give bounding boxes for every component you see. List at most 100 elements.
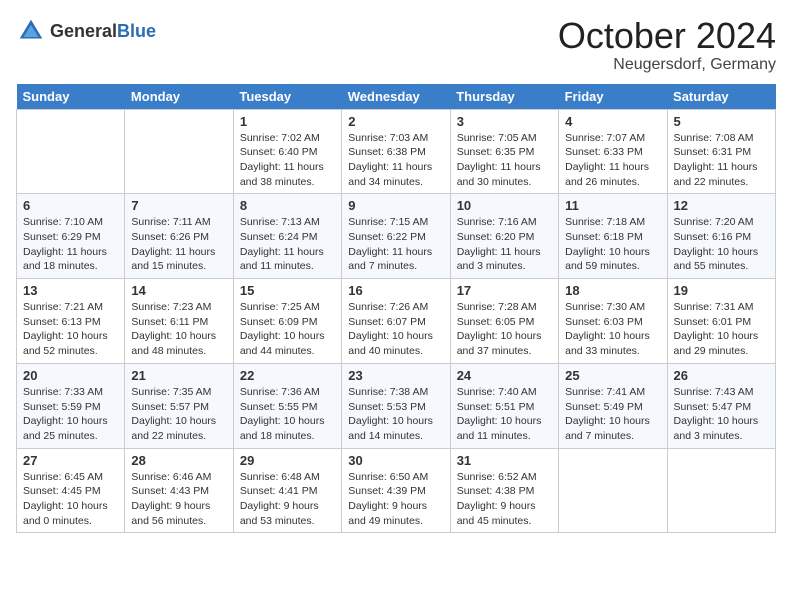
calendar-cell: 1 Sunrise: 7:02 AM Sunset: 6:40 PM Daylig… [233,109,341,194]
calendar-cell: 29 Sunrise: 6:48 AM Sunset: 4:41 PM Dayli… [233,448,341,533]
day-number: 12 [674,198,769,213]
day-number: 13 [23,283,118,298]
calendar-cell: 5 Sunrise: 7:08 AM Sunset: 6:31 PM Daylig… [667,109,775,194]
week-row-5: 27 Sunrise: 6:45 AM Sunset: 4:45 PM Dayli… [17,448,776,533]
cell-info: Sunrise: 7:21 AM Sunset: 6:13 PM Dayligh… [23,300,118,359]
cell-info: Sunrise: 7:31 AM Sunset: 6:01 PM Dayligh… [674,300,769,359]
weekday-header-thursday: Thursday [450,84,558,110]
logo-icon [16,16,46,46]
day-number: 6 [23,198,118,213]
month-title: October 2024 [558,16,776,56]
weekday-header-saturday: Saturday [667,84,775,110]
cell-info: Sunrise: 7:25 AM Sunset: 6:09 PM Dayligh… [240,300,335,359]
calendar-cell: 9 Sunrise: 7:15 AM Sunset: 6:22 PM Daylig… [342,194,450,279]
calendar-cell: 24 Sunrise: 7:40 AM Sunset: 5:51 PM Dayli… [450,363,558,448]
weekday-header-friday: Friday [559,84,667,110]
cell-info: Sunrise: 7:20 AM Sunset: 6:16 PM Dayligh… [674,215,769,274]
cell-info: Sunrise: 7:15 AM Sunset: 6:22 PM Dayligh… [348,215,443,274]
cell-info: Sunrise: 6:50 AM Sunset: 4:39 PM Dayligh… [348,470,443,529]
day-number: 31 [457,453,552,468]
calendar-cell: 7Sunrise: 7:11 AM Sunset: 6:26 PM Daylig… [125,194,233,279]
day-number: 25 [565,368,660,383]
calendar-cell: 22Sunrise: 7:36 AM Sunset: 5:55 PM Dayli… [233,363,341,448]
cell-info: Sunrise: 7:13 AM Sunset: 6:24 PM Dayligh… [240,215,335,274]
calendar-cell: 3 Sunrise: 7:05 AM Sunset: 6:35 PM Daylig… [450,109,558,194]
day-number: 16 [348,283,443,298]
day-number: 2 [348,114,443,129]
cell-info: Sunrise: 7:05 AM Sunset: 6:35 PM Dayligh… [457,131,552,190]
calendar-cell: 17 Sunrise: 7:28 AM Sunset: 6:05 PM Dayli… [450,279,558,364]
cell-info: Sunrise: 7:02 AM Sunset: 6:40 PM Dayligh… [240,131,335,190]
day-number: 27 [23,453,118,468]
day-number: 24 [457,368,552,383]
cell-info: Sunrise: 7:16 AM Sunset: 6:20 PM Dayligh… [457,215,552,274]
day-number: 4 [565,114,660,129]
calendar-cell: 8 Sunrise: 7:13 AM Sunset: 6:24 PM Daylig… [233,194,341,279]
cell-info: Sunrise: 7:28 AM Sunset: 6:05 PM Dayligh… [457,300,552,359]
week-row-4: 20 Sunrise: 7:33 AM Sunset: 5:59 PM Dayli… [17,363,776,448]
cell-info: Sunrise: 7:33 AM Sunset: 5:59 PM Dayligh… [23,385,118,444]
day-number: 3 [457,114,552,129]
calendar-table: SundayMondayTuesdayWednesdayThursdayFrid… [16,84,776,534]
calendar-cell: 28Sunrise: 6:46 AM Sunset: 4:43 PM Dayli… [125,448,233,533]
calendar-cell [667,448,775,533]
calendar-cell: 15Sunrise: 7:25 AM Sunset: 6:09 PM Dayli… [233,279,341,364]
cell-info: Sunrise: 7:08 AM Sunset: 6:31 PM Dayligh… [674,131,769,190]
cell-info: Sunrise: 7:23 AM Sunset: 6:11 PM Dayligh… [131,300,226,359]
day-number: 19 [674,283,769,298]
cell-info: Sunrise: 6:52 AM Sunset: 4:38 PM Dayligh… [457,470,552,529]
day-number: 10 [457,198,552,213]
cell-info: Sunrise: 7:26 AM Sunset: 6:07 PM Dayligh… [348,300,443,359]
calendar-cell [559,448,667,533]
day-number: 7 [131,198,226,213]
day-number: 28 [131,453,226,468]
calendar-cell: 30 Sunrise: 6:50 AM Sunset: 4:39 PM Dayli… [342,448,450,533]
week-row-2: 6Sunrise: 7:10 AM Sunset: 6:29 PM Daylig… [17,194,776,279]
weekday-header-monday: Monday [125,84,233,110]
day-number: 29 [240,453,335,468]
week-row-1: 1 Sunrise: 7:02 AM Sunset: 6:40 PM Daylig… [17,109,776,194]
day-number: 8 [240,198,335,213]
calendar-cell: 14 Sunrise: 7:23 AM Sunset: 6:11 PM Dayli… [125,279,233,364]
weekday-header-row: SundayMondayTuesdayWednesdayThursdayFrid… [17,84,776,110]
cell-info: Sunrise: 6:45 AM Sunset: 4:45 PM Dayligh… [23,470,118,529]
cell-info: Sunrise: 7:40 AM Sunset: 5:51 PM Dayligh… [457,385,552,444]
cell-info: Sunrise: 7:18 AM Sunset: 6:18 PM Dayligh… [565,215,660,274]
logo-text: GeneralBlue [50,21,156,42]
calendar-cell: 23 Sunrise: 7:38 AM Sunset: 5:53 PM Dayli… [342,363,450,448]
calendar-cell: 13 Sunrise: 7:21 AM Sunset: 6:13 PM Dayli… [17,279,125,364]
day-number: 9 [348,198,443,213]
calendar-cell: 21 Sunrise: 7:35 AM Sunset: 5:57 PM Dayli… [125,363,233,448]
calendar-cell: 6Sunrise: 7:10 AM Sunset: 6:29 PM Daylig… [17,194,125,279]
weekday-header-sunday: Sunday [17,84,125,110]
cell-info: Sunrise: 7:03 AM Sunset: 6:38 PM Dayligh… [348,131,443,190]
calendar-cell: 25Sunrise: 7:41 AM Sunset: 5:49 PM Dayli… [559,363,667,448]
calendar-cell: 26Sunrise: 7:43 AM Sunset: 5:47 PM Dayli… [667,363,775,448]
cell-info: Sunrise: 7:07 AM Sunset: 6:33 PM Dayligh… [565,131,660,190]
day-number: 30 [348,453,443,468]
day-number: 20 [23,368,118,383]
calendar-cell: 20 Sunrise: 7:33 AM Sunset: 5:59 PM Dayli… [17,363,125,448]
day-number: 23 [348,368,443,383]
cell-info: Sunrise: 6:48 AM Sunset: 4:41 PM Dayligh… [240,470,335,529]
week-row-3: 13 Sunrise: 7:21 AM Sunset: 6:13 PM Dayli… [17,279,776,364]
day-number: 14 [131,283,226,298]
page-header: GeneralBlue October 2024 Neugersdorf, Ge… [16,16,776,74]
cell-info: Sunrise: 7:35 AM Sunset: 5:57 PM Dayligh… [131,385,226,444]
title-block: October 2024 Neugersdorf, Germany [558,16,776,74]
calendar-cell: 11 Sunrise: 7:18 AM Sunset: 6:18 PM Dayli… [559,194,667,279]
location-title: Neugersdorf, Germany [558,56,776,74]
day-number: 21 [131,368,226,383]
day-number: 11 [565,198,660,213]
calendar-cell: 2 Sunrise: 7:03 AM Sunset: 6:38 PM Daylig… [342,109,450,194]
day-number: 26 [674,368,769,383]
calendar-cell: 31 Sunrise: 6:52 AM Sunset: 4:38 PM Dayli… [450,448,558,533]
cell-info: Sunrise: 7:30 AM Sunset: 6:03 PM Dayligh… [565,300,660,359]
day-number: 1 [240,114,335,129]
logo: GeneralBlue [16,16,156,46]
cell-info: Sunrise: 7:38 AM Sunset: 5:53 PM Dayligh… [348,385,443,444]
day-number: 5 [674,114,769,129]
calendar-cell: 19 Sunrise: 7:31 AM Sunset: 6:01 PM Dayli… [667,279,775,364]
calendar-cell: 4 Sunrise: 7:07 AM Sunset: 6:33 PM Daylig… [559,109,667,194]
day-number: 17 [457,283,552,298]
